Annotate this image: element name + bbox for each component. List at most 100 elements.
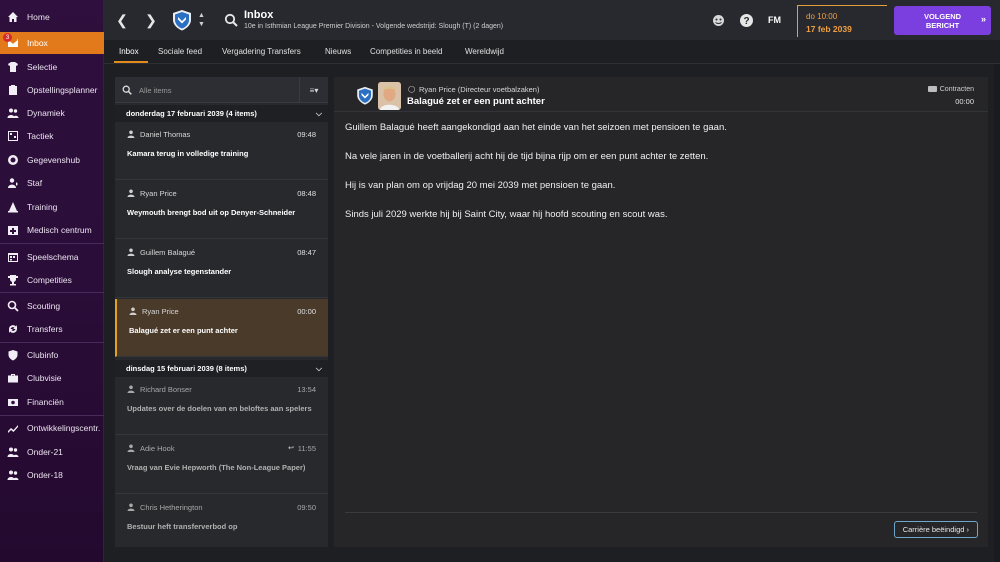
chevron-down-icon: ⌵ <box>315 364 322 373</box>
list-item[interactable]: Guillem Balagué 08:47 Slough analyse teg… <box>115 240 328 298</box>
club-crest-icon[interactable] <box>172 9 192 31</box>
sidebar-item-label: Competities <box>27 275 72 285</box>
sidebar-item-home[interactable]: Home <box>0 6 104 28</box>
tab-nieuws[interactable]: Nieuws <box>325 47 351 56</box>
message-detail: ◯ Ryan Price (Directeur voetbalzaken) Ba… <box>334 77 988 547</box>
career-ended-label: Carrière beëindigd <box>902 525 965 534</box>
board-icon <box>6 129 20 143</box>
sidebar-item-label: Ontwikkelingscentr. <box>27 423 101 433</box>
sidebar-item-tactiek[interactable]: Tactiek <box>0 125 104 147</box>
list-item[interactable]: Adie Hook ↩ 11:55 Vraag van Evie Hepwort… <box>115 436 328 494</box>
sidebar-item-label: Home <box>27 12 50 22</box>
sidebar-item-label: Financiën <box>27 397 64 407</box>
sidebar-item-financien[interactable]: Financiën <box>0 391 104 413</box>
sender-avatar[interactable] <box>378 82 401 110</box>
sidebar-item-onder-21[interactable]: Onder-21 <box>0 441 104 463</box>
page-subtitle: 10e in Isthmian League Premier Division … <box>244 23 504 30</box>
message-time: 09:50 <box>297 503 316 512</box>
sidebar-item-label: Onder-18 <box>27 470 63 480</box>
sidebar-item-selectie[interactable]: Selectie <box>0 56 104 78</box>
data-icon <box>6 153 20 167</box>
list-item[interactable]: Ryan Price 08:48 Weymouth brengt bod uit… <box>115 181 328 239</box>
sidebar-item-label: Training <box>27 202 58 212</box>
tab-competities-in-beeld[interactable]: Competities in beeld <box>370 47 442 56</box>
sidebar-item-opstellingsplanner[interactable]: Opstellingsplanner <box>0 79 104 101</box>
sidebar-item-clubinfo[interactable]: Clubinfo <box>0 344 104 366</box>
club-crest-icon <box>357 86 373 105</box>
sidebar-item-dynamiek[interactable]: Dynamiek <box>0 102 104 124</box>
sidebar-item-inbox[interactable]: 3 Inbox <box>0 32 104 54</box>
sidebar-item-gegevenshub[interactable]: Gegevenshub <box>0 149 104 171</box>
next-message-button[interactable]: VOLGEND BERICHT » <box>894 6 991 35</box>
home-icon <box>6 10 20 24</box>
date-group-label: dinsdag 15 februari 2039 (8 items) <box>126 364 247 373</box>
search-input[interactable]: Alle items <box>139 86 172 95</box>
sidebar-item-speelschema[interactable]: Speelschema <box>0 246 104 268</box>
forward-arrow-icon[interactable]: ❯ <box>144 12 158 28</box>
tab-wereldwijd[interactable]: Wereldwijd <box>465 47 504 56</box>
list-item[interactable]: Richard Bonser 13:54 Updates over de doe… <box>115 377 328 435</box>
date-group-header[interactable]: donderdag 17 februari 2039 (4 items) ⌵ <box>115 105 328 122</box>
search-icon[interactable] <box>224 13 238 27</box>
list-item[interactable]: Daniel Thomas 09:48 Kamara terug in voll… <box>115 122 328 180</box>
inbox-unread-badge: 3 <box>3 33 12 42</box>
message-time: 09:48 <box>297 130 316 139</box>
message-category-label: Contracten <box>939 86 974 93</box>
help-icon[interactable]: ? <box>739 13 754 28</box>
clipboard-icon <box>6 83 20 97</box>
tab-inbox[interactable]: Inbox <box>119 47 139 56</box>
message-from[interactable]: Ryan Price (Directeur voetbalzaken) <box>419 85 539 94</box>
game-day: 17 feb 2039 <box>806 24 852 34</box>
message-time: 00:00 <box>955 97 974 106</box>
message-paragraph: Guillem Balagué heeft aangekondigd aan h… <box>345 122 727 133</box>
sidebar-divider <box>0 415 104 416</box>
sidebar-item-label: Dynamiek <box>27 108 65 118</box>
back-arrow-icon[interactable]: ❮ <box>115 12 129 28</box>
divider <box>345 512 977 513</box>
message-subject: Bestuur heft transferverbod op <box>127 522 238 531</box>
club-switch-arrows-icon[interactable]: ▲ ▼ <box>198 11 205 29</box>
message-search[interactable]: Alle items ≡▾ <box>115 77 328 103</box>
sidebar-item-ontwikkelingscentrum[interactable]: Ontwikkelingscentr. <box>0 417 104 439</box>
sidebar-item-label: Inbox <box>27 38 48 48</box>
game-date[interactable]: do 10:00 17 feb 2039 <box>797 5 887 37</box>
sidebar-item-label: Gegevenshub <box>27 155 80 165</box>
list-item[interactable]: Chris Hetherington 09:50 Bestuur heft tr… <box>115 495 328 547</box>
game-time: do 10:00 <box>806 12 838 21</box>
sidebar-item-clubvisie[interactable]: Clubvisie <box>0 367 104 389</box>
sidebar-item-scouting[interactable]: Scouting <box>0 295 104 317</box>
fm-logo[interactable]: FM <box>768 15 781 25</box>
list-item-selected[interactable]: Ryan Price 00:00 Balagué zet er een punt… <box>115 299 328 357</box>
tab-vergadering-transfers[interactable]: Vergadering Transfers <box>222 47 301 56</box>
development-icon <box>6 421 20 435</box>
message-sender: Chris Hetherington <box>140 503 203 512</box>
sidebar-divider <box>0 342 104 343</box>
message-paragraph: Na vele jaren in de voetballerij acht hi… <box>345 151 709 162</box>
sidebar: Home 3 Inbox Selectie Opstellingsplanner… <box>0 0 104 562</box>
sidebar-item-label: Tactiek <box>27 131 54 141</box>
calendar-icon <box>6 250 20 264</box>
date-group-header[interactable]: dinsdag 15 februari 2039 (8 items) ⌵ <box>115 360 328 377</box>
sidebar-item-label: Transfers <box>27 324 63 334</box>
sidebar-item-medisch-centrum[interactable]: Medisch centrum <box>0 219 104 241</box>
sidebar-item-training[interactable]: Training <box>0 196 104 218</box>
sidebar-item-label: Clubinfo <box>27 350 59 360</box>
message-sender: Adie Hook <box>140 444 175 453</box>
sidebar-item-transfers[interactable]: Transfers <box>0 318 104 340</box>
inbox-tabs: Inbox Sociale feed Vergadering Transfers… <box>104 40 1000 64</box>
community-icon[interactable] <box>711 13 726 28</box>
sidebar-item-staf[interactable]: Staf <box>0 172 104 194</box>
tab-sociale-feed[interactable]: Sociale feed <box>158 47 202 56</box>
filter-menu-button[interactable]: ≡▾ <box>299 77 328 103</box>
sidebar-item-competities[interactable]: Competities <box>0 269 104 291</box>
career-ended-button[interactable]: Carrière beëindigd › <box>893 521 978 538</box>
staff-role-icon: ◯ <box>408 86 416 93</box>
message-subject: Weymouth brengt bod uit op Denyer-Schnei… <box>127 208 296 217</box>
sidebar-item-onder-18[interactable]: Onder-18 <box>0 464 104 486</box>
message-time: 00:00 <box>297 307 316 316</box>
youth-icon <box>6 445 20 459</box>
youth-icon <box>6 468 20 482</box>
chevron-right-icon: › <box>966 525 970 534</box>
message-sender: Ryan Price <box>140 189 177 198</box>
sidebar-item-label: Scouting <box>27 301 61 311</box>
